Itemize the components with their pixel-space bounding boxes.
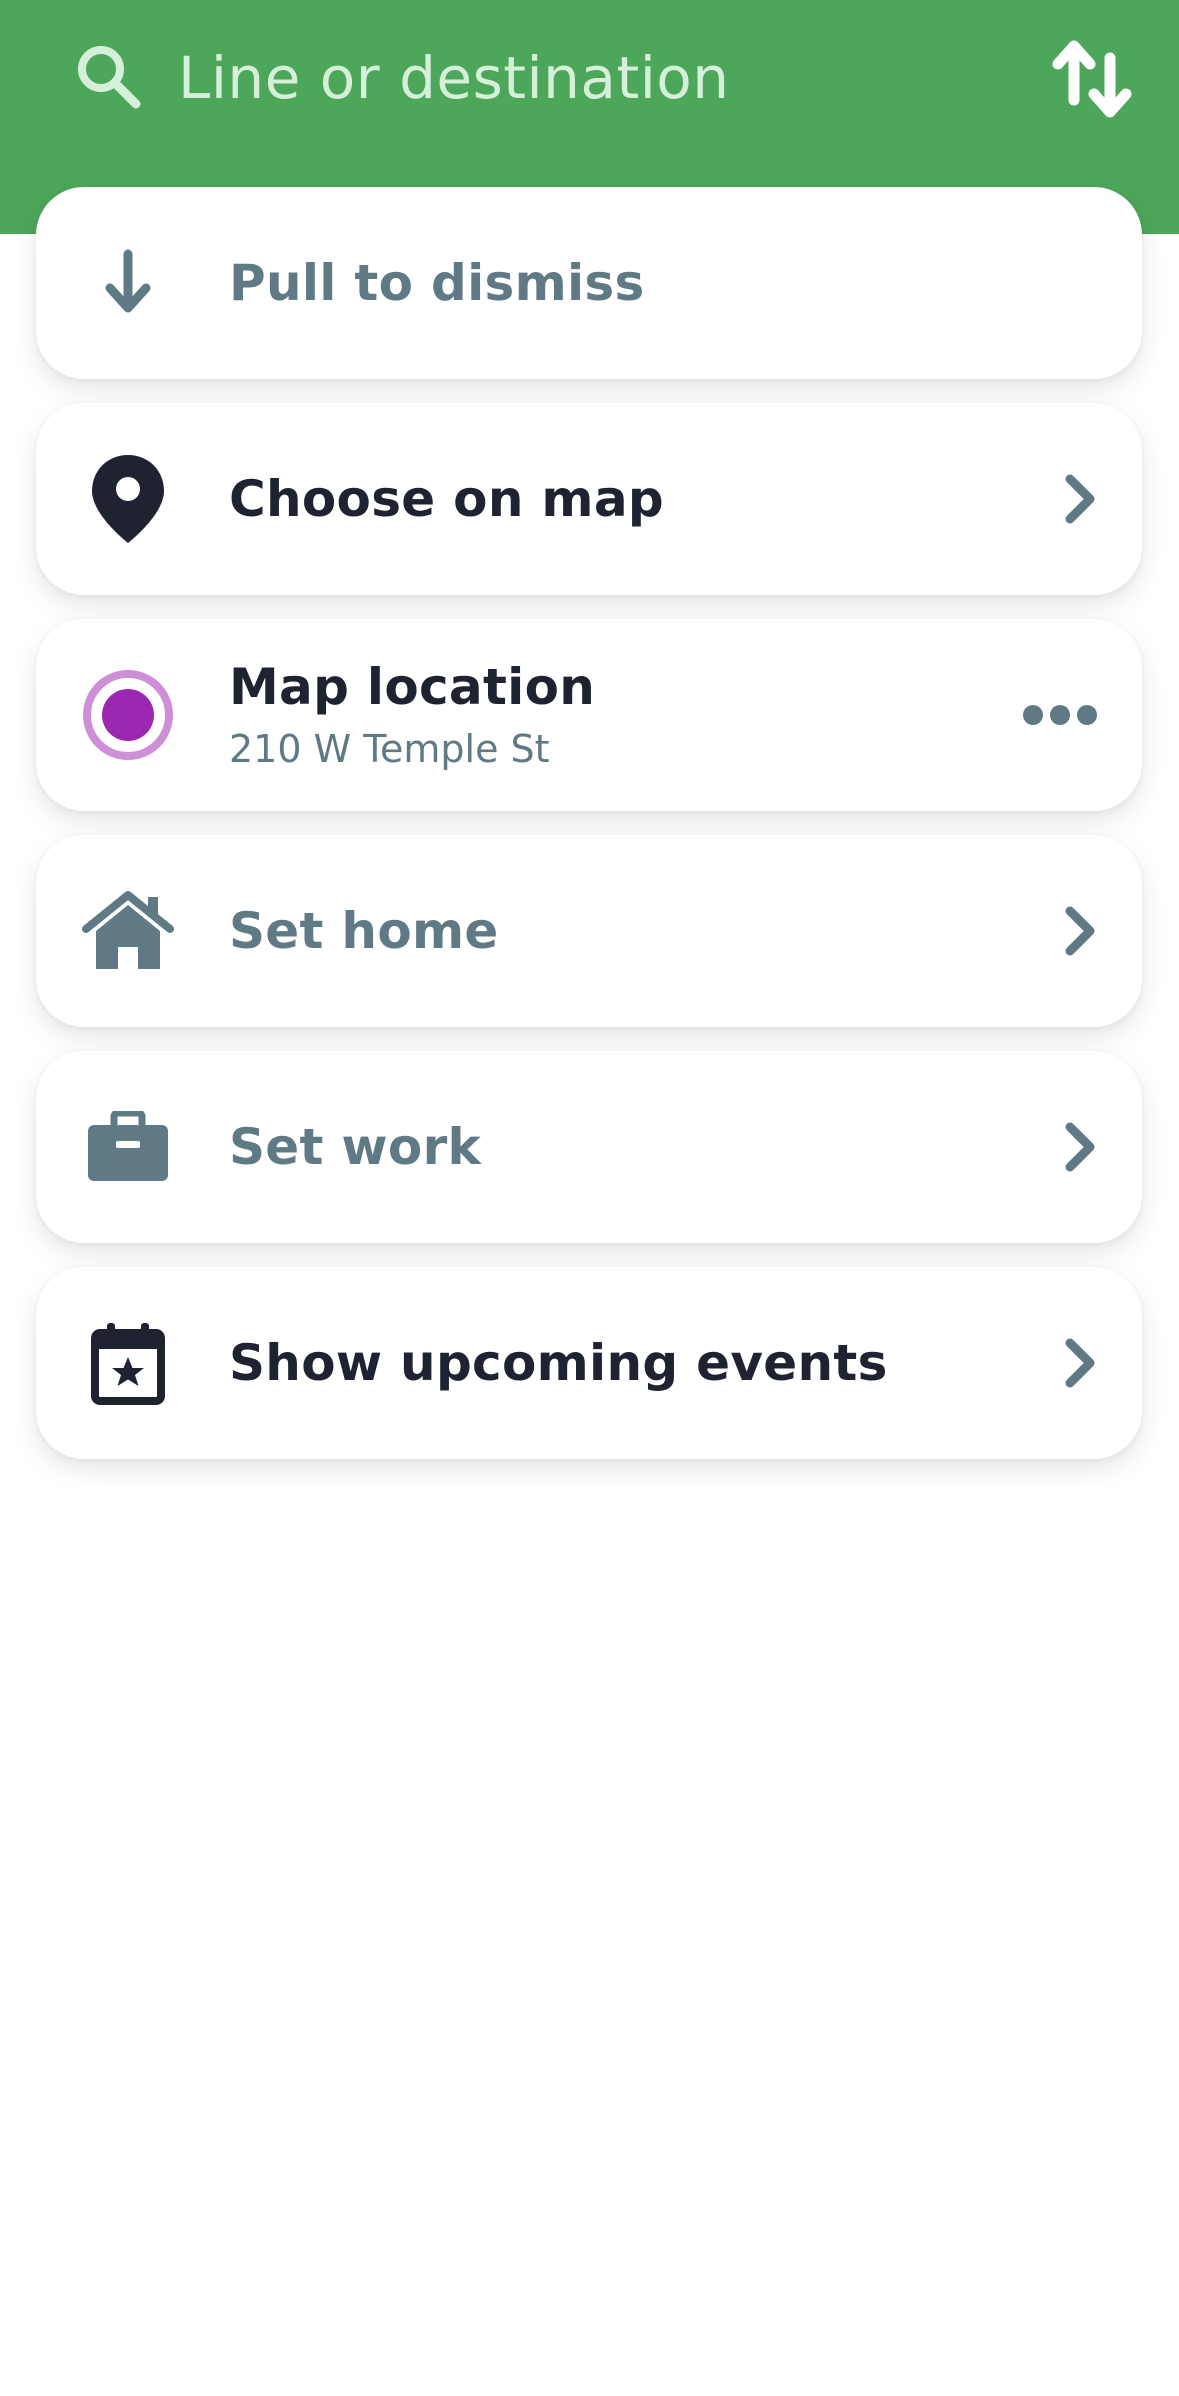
search-bar[interactable]: Line or destination xyxy=(0,0,1179,160)
upcoming-events-row[interactable]: Show upcoming events xyxy=(36,1267,1142,1459)
arrow-down-icon xyxy=(82,237,174,329)
map-location-text: Map location 210 W Temple St xyxy=(229,655,595,777)
more-options-icon[interactable] xyxy=(1022,703,1098,727)
choose-on-map-row[interactable]: Choose on map xyxy=(36,403,1142,595)
set-work-row[interactable]: Set work xyxy=(36,1051,1142,1243)
map-location-address: 210 W Temple St xyxy=(229,727,550,771)
map-pin-icon xyxy=(82,453,174,545)
pull-to-dismiss-label: Pull to dismiss xyxy=(229,254,645,312)
chevron-right-icon xyxy=(1065,474,1095,524)
chevron-right-icon xyxy=(1065,1338,1095,1388)
search-icon xyxy=(78,46,141,109)
map-location-row[interactable]: Map location 210 W Temple St xyxy=(36,619,1142,811)
set-home-row[interactable]: Set home xyxy=(36,835,1142,1027)
briefcase-icon xyxy=(82,1101,174,1193)
location-target-icon xyxy=(82,669,174,761)
home-icon xyxy=(82,885,174,977)
chevron-right-icon xyxy=(1065,906,1095,956)
calendar-star-icon xyxy=(82,1317,174,1409)
pull-to-dismiss-row[interactable]: Pull to dismiss xyxy=(36,187,1142,379)
set-home-label: Set home xyxy=(229,902,499,960)
chevron-right-icon xyxy=(1065,1122,1095,1172)
choose-on-map-label: Choose on map xyxy=(229,470,664,528)
swap-icon[interactable] xyxy=(1052,36,1134,122)
upcoming-events-label: Show upcoming events xyxy=(229,1334,888,1392)
search-input-placeholder[interactable]: Line or destination xyxy=(178,38,730,118)
set-work-label: Set work xyxy=(229,1118,482,1176)
map-location-title: Map location xyxy=(229,658,596,716)
